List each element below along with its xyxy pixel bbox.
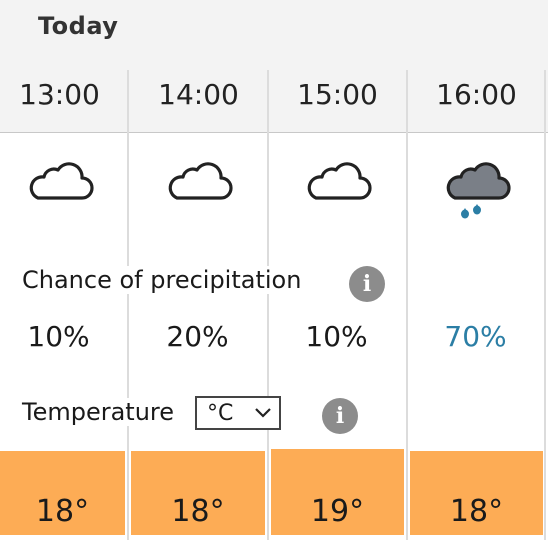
column-divider (267, 70, 269, 540)
forecast-header: Today (0, 0, 548, 133)
hour-time: 15:00 (297, 78, 378, 111)
hour-time: 13:00 (19, 78, 100, 111)
cloud-icon (267, 160, 406, 202)
temperature-cell: 18° (131, 451, 265, 535)
chevron-down-icon (255, 408, 271, 418)
rain-cloud-icon (406, 160, 545, 224)
day-label: Today (38, 12, 119, 40)
hour-time: 14:00 (158, 78, 239, 111)
cloud-icon (128, 160, 267, 202)
temperature-value: 18° (449, 494, 504, 529)
precip-value: 10% (27, 320, 90, 353)
unit-select-value: °C (207, 400, 234, 426)
info-icon[interactable]: i (349, 266, 385, 302)
temperature-cell: 18° (0, 451, 125, 535)
temperature-value: 18° (35, 494, 90, 529)
temperature-value: 18° (171, 494, 225, 529)
info-icon[interactable]: i (322, 398, 358, 434)
precip-value: 70% (444, 320, 507, 353)
temperature-cell: 19° (271, 449, 404, 535)
precip-value: 20% (166, 320, 229, 353)
column-divider (406, 70, 408, 540)
temperature-unit-select[interactable]: °C (195, 396, 281, 430)
precipitation-label: Chance of precipitation (22, 266, 308, 294)
temperature-value: 19° (310, 494, 365, 529)
temperature-label: Temperature (22, 398, 181, 426)
precip-value: 10% (305, 320, 368, 353)
cloud-icon (0, 160, 128, 202)
temperature-cell: 18° (410, 451, 543, 535)
column-divider (127, 70, 129, 540)
hour-time: 16:00 (436, 78, 517, 111)
column-divider (544, 70, 546, 540)
